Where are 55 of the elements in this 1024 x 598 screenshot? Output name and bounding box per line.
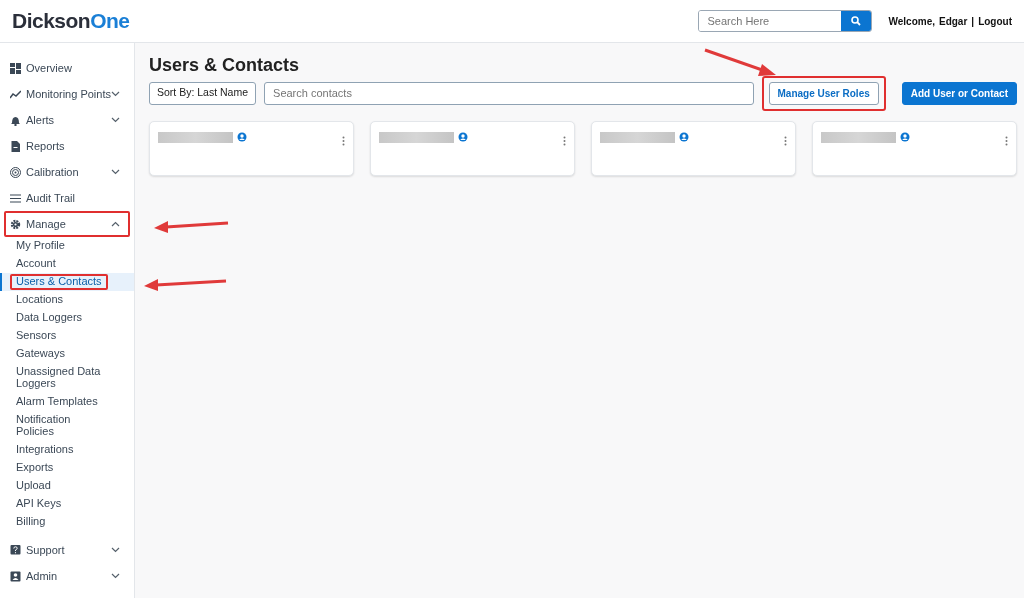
annotation-arrow [704, 48, 776, 76]
search-icon [851, 16, 862, 26]
user-icon [237, 131, 247, 142]
sidebar-subitem[interactable]: Billing [0, 513, 134, 531]
document-icon [10, 140, 21, 152]
sidebar-subitem[interactable]: Integrations [0, 441, 134, 459]
more-icon[interactable] [563, 135, 566, 146]
user-icon [679, 131, 689, 142]
target-icon [10, 166, 21, 178]
sidebar-item[interactable]: Overview [4, 55, 130, 81]
sidebar-subitem[interactable]: Alarm Templates [0, 393, 134, 411]
sidebar-subitem[interactable]: Upload [0, 477, 134, 495]
sidebar-item[interactable]: Audit Trail [4, 185, 130, 211]
search-field[interactable]: Search Here [698, 10, 873, 32]
sidebar-subitem[interactable]: Account [0, 255, 134, 273]
user-link[interactable]: Edgar [938, 13, 968, 29]
logo[interactable]: DicksonOne [12, 5, 130, 37]
sidebar-item[interactable]: Admin [4, 563, 130, 589]
list-icon [10, 192, 21, 204]
gear-icon [10, 218, 21, 230]
person-icon [10, 570, 21, 582]
sidebar-subitem[interactable]: Gateways [0, 345, 134, 363]
sidebar-subitem[interactable]: Locations [0, 291, 134, 309]
sidebar-subitem[interactable]: My Profile [0, 237, 134, 255]
welcome-text: Welcome, [888, 14, 935, 29]
sidebar-subitem[interactable]: Users & Contacts [0, 273, 134, 291]
sidebar-item[interactable]: Manage [4, 211, 130, 237]
separator-text: | [971, 14, 975, 29]
more-icon[interactable] [1005, 135, 1008, 146]
action-button[interactable]: Manage User Roles [761, 75, 886, 111]
sidebar-subitem[interactable]: Exports [0, 459, 134, 477]
user-icon [900, 131, 910, 142]
sidebar-subitem[interactable]: Data Loggers [0, 309, 134, 327]
search-button[interactable] [841, 11, 872, 31]
sidebar-subitem[interactable]: Sensors [0, 327, 134, 345]
sidebar-subitem[interactable]: Unassigned Data Loggers [0, 363, 134, 393]
sidebar-item[interactable]: Alerts [4, 107, 130, 133]
sidebar-item[interactable]: Support [4, 537, 130, 563]
search-field[interactable]: Search contacts [264, 81, 754, 105]
sidebar-item[interactable]: Reports [4, 133, 130, 159]
sidebar-subitem[interactable]: API Keys [0, 495, 134, 513]
action-button[interactable]: Add User or Contact [901, 81, 1017, 105]
page-title: Users & Contacts [149, 55, 300, 77]
sidebar-item[interactable]: Monitoring Points [4, 81, 130, 107]
logout-link[interactable]: Logout [978, 13, 1012, 29]
trend-line-icon [10, 88, 21, 100]
sidebar-item[interactable]: Calibration [4, 159, 130, 185]
sidebar-subitem[interactable]: Notification Policies [0, 411, 134, 441]
help-icon [10, 544, 21, 556]
grid-icon [10, 62, 21, 74]
more-icon[interactable] [342, 135, 345, 146]
bell-icon [10, 114, 21, 126]
user-icon [458, 131, 468, 142]
sort-button[interactable]: Sort By: Last Name [149, 81, 257, 105]
more-icon[interactable] [784, 135, 787, 146]
